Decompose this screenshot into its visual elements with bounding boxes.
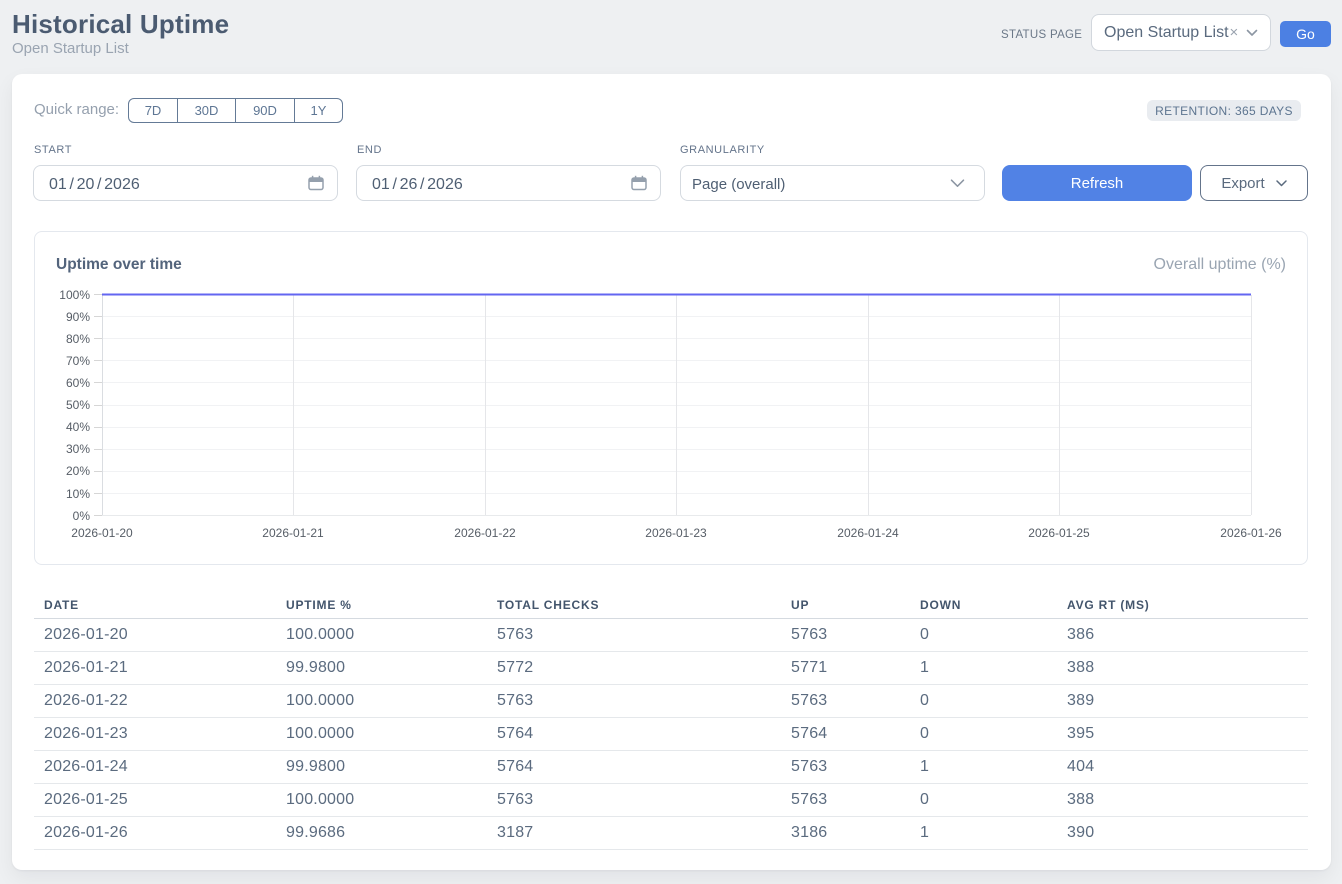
- svg-text:100%: 100%: [59, 288, 90, 302]
- svg-text:70%: 70%: [66, 354, 90, 368]
- svg-text:2026-01-23: 2026-01-23: [645, 526, 707, 540]
- svg-text:40%: 40%: [66, 420, 90, 434]
- svg-text:10%: 10%: [66, 487, 90, 501]
- svg-text:50%: 50%: [66, 398, 90, 412]
- svg-text:2026-01-22: 2026-01-22: [454, 526, 516, 540]
- svg-text:2026-01-26: 2026-01-26: [1220, 526, 1282, 540]
- svg-text:30%: 30%: [66, 442, 90, 456]
- svg-text:0%: 0%: [73, 509, 91, 523]
- svg-text:90%: 90%: [66, 310, 90, 324]
- svg-text:80%: 80%: [66, 332, 90, 346]
- svg-text:60%: 60%: [66, 376, 90, 390]
- svg-text:2026-01-20: 2026-01-20: [71, 526, 133, 540]
- svg-text:2026-01-24: 2026-01-24: [837, 526, 899, 540]
- svg-text:20%: 20%: [66, 464, 90, 478]
- svg-text:2026-01-25: 2026-01-25: [1028, 526, 1090, 540]
- svg-text:2026-01-21: 2026-01-21: [262, 526, 324, 540]
